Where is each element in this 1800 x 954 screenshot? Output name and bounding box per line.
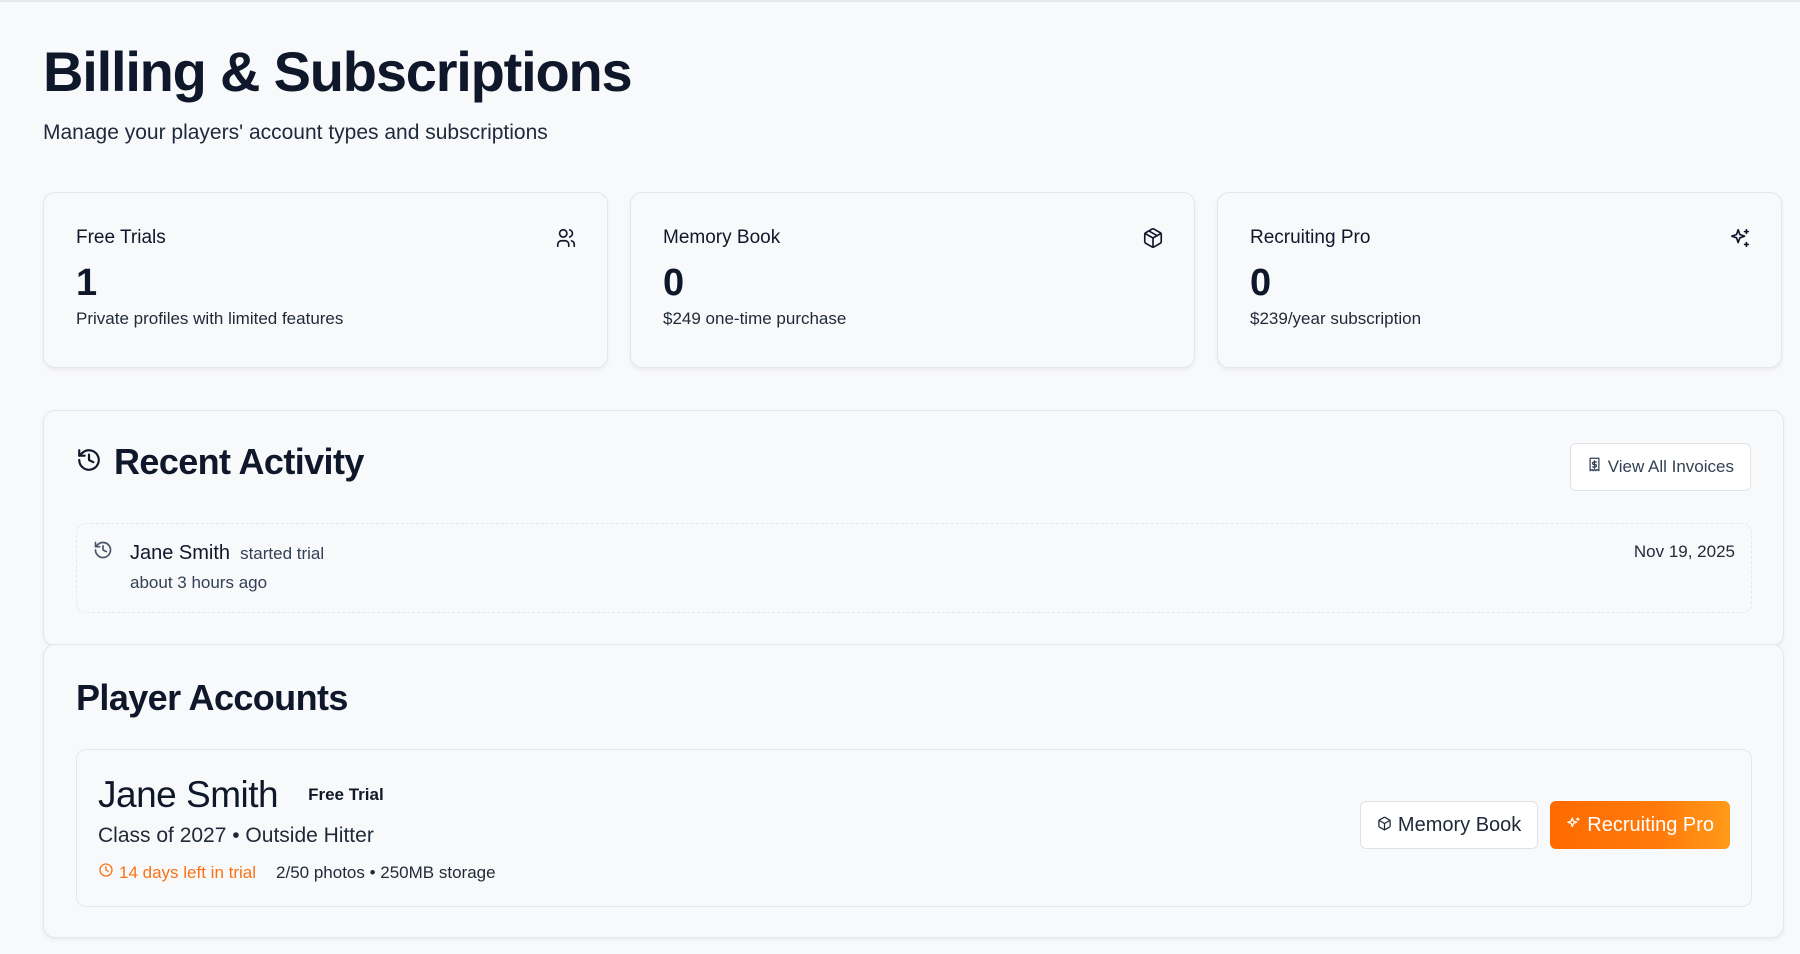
stats-row: Free Trials 1 Private profiles with limi… [43,192,1782,368]
activity-main: Jane Smith started trial about 3 hours a… [130,542,324,593]
history-icon [93,540,113,560]
storage-usage: 2/50 photos • 250MB storage [276,862,496,882]
receipt-icon [1587,457,1602,477]
stat-card-free-trials: Free Trials 1 Private profiles with limi… [43,192,608,368]
player-name: Jane Smith [98,774,279,815]
activity-date: Nov 19, 2025 [1633,542,1735,561]
package-icon [1142,227,1164,249]
view-all-invoices-button[interactable]: View All Invoices [1569,443,1751,491]
clock-icon [98,862,114,883]
activity-action: started trial [240,544,325,563]
player-accounts-card: Player Accounts Jane Smith Free Trial Cl… [43,644,1784,938]
stat-description: $249 one-time purchase [663,309,847,328]
stat-description: $239/year subscription [1250,309,1422,328]
recruiting-pro-button[interactable]: Recruiting Pro [1550,801,1730,849]
player-meta: Class of 2027 • Outside Hitter [98,824,374,847]
recent-activity-header: Recent Activity [76,441,364,483]
stat-value: 0 [663,262,685,304]
activity-line: Jane Smith started trial [130,542,324,565]
stat-label: Free Trials [76,227,166,248]
activity-player-name: Jane Smith [130,542,231,564]
trial-remaining: 14 days left in trial [98,862,256,883]
account-type-badge: Free Trial [308,785,384,804]
stat-card-memory-book: Memory Book 0 $249 one-time purchase [630,192,1195,368]
activity-item: Jane Smith started trial about 3 hours a… [76,523,1752,613]
page-title: Billing & Subscriptions [43,40,633,103]
top-divider [0,0,1800,2]
memory-book-button[interactable]: Memory Book [1359,801,1539,849]
account-actions: Memory Book Recruiting Pro [1359,801,1730,849]
stat-label: Memory Book [663,227,781,248]
player-accounts-title: Player Accounts [76,677,348,718]
billing-page: Billing & Subscriptions Manage your play… [43,40,1784,938]
sparkles-icon [1729,227,1751,249]
recent-activity-card: Recent Activity View All Invoices Jane S… [43,410,1784,646]
stat-value: 0 [1250,262,1272,304]
recruiting-pro-label: Recruiting Pro [1587,813,1714,836]
stat-card-recruiting-pro: Recruiting Pro 0 $239/year subscription [1217,192,1782,368]
package-icon [1377,814,1392,837]
account-footer: 14 days left in trial 2/50 photos • 250M… [98,862,496,883]
account-name-line: Jane Smith Free Trial [98,774,384,816]
recent-activity-title: Recent Activity [114,441,364,482]
users-icon [555,227,577,249]
stat-label: Recruiting Pro [1250,227,1371,248]
stat-description: Private profiles with limited features [76,309,344,328]
activity-relative-time: about 3 hours ago [130,573,268,592]
sparkles-icon [1566,814,1581,837]
view-all-invoices-label: View All Invoices [1607,457,1734,476]
page-subtitle: Manage your players' account types and s… [43,121,548,144]
history-icon [76,447,102,478]
player-account-row: Jane Smith Free Trial Class of 2027 • Ou… [76,749,1752,907]
trial-remaining-label: 14 days left in trial [119,862,257,882]
memory-book-label: Memory Book [1397,813,1522,836]
stat-value: 1 [76,262,98,304]
